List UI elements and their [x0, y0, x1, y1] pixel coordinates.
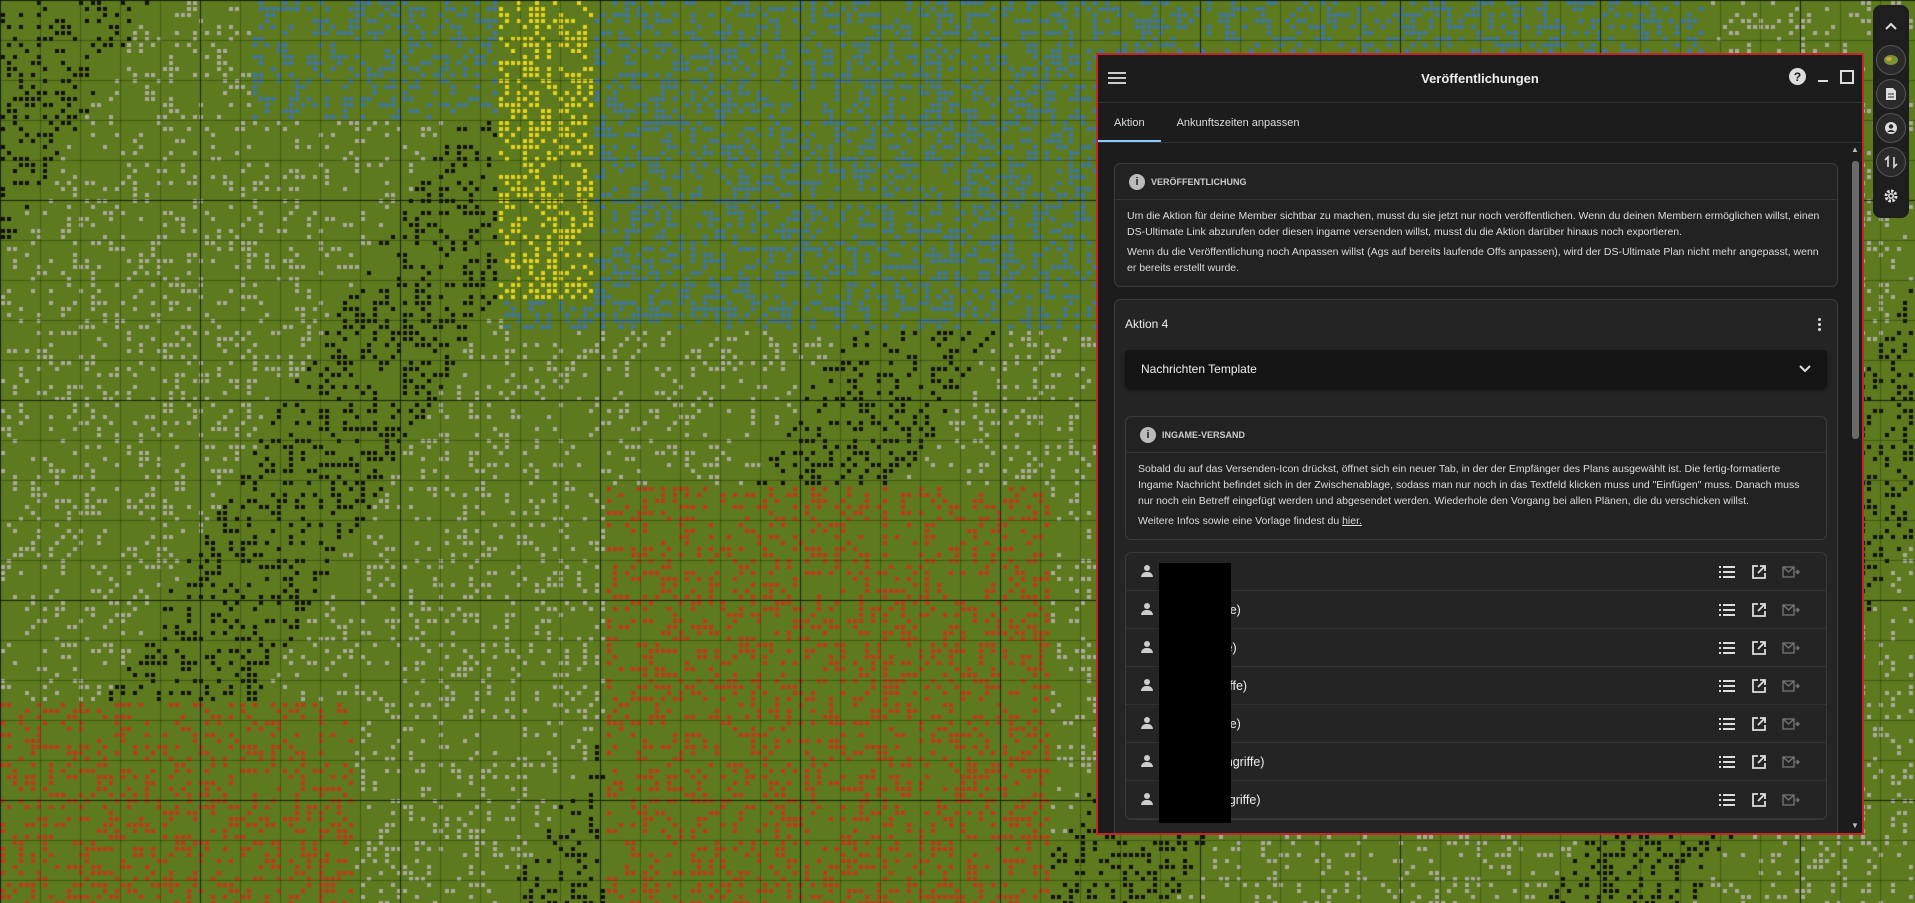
list-icon[interactable]	[1718, 602, 1736, 618]
member-row: i (225 Angriffe)	[1126, 667, 1826, 705]
tab-ankunftszeiten[interactable]: Ankunftszeiten anpassen	[1161, 103, 1316, 142]
list-icon[interactable]	[1718, 564, 1736, 580]
list-icon[interactable]	[1718, 792, 1736, 808]
person-icon	[1140, 716, 1154, 731]
ingame-info-box: i INGAME-VERSAND Sobald du auf das Verse…	[1125, 416, 1827, 540]
list-icon[interactable]	[1718, 678, 1736, 694]
send-mail-icon[interactable]	[1782, 792, 1800, 808]
send-mail-icon[interactable]	[1782, 564, 1800, 580]
member-row: (342 Angriffe)	[1126, 705, 1826, 743]
tab-aktion[interactable]: Aktion	[1098, 103, 1161, 142]
send-mail-icon[interactable]	[1782, 640, 1800, 656]
open-in-new-icon[interactable]	[1750, 564, 1768, 580]
open-in-new-icon[interactable]	[1750, 792, 1768, 808]
send-mail-icon[interactable]	[1782, 678, 1800, 694]
hamburger-menu-icon[interactable]	[1108, 68, 1126, 88]
member-row: iL (1777 Angriffe)	[1126, 781, 1826, 819]
collapse-chevron-icon[interactable]	[1876, 11, 1906, 41]
open-in-new-icon[interactable]	[1750, 754, 1768, 770]
dialog-title: Veröffentlichungen	[1421, 71, 1539, 86]
ingame-info-heading: INGAME-VERSAND	[1162, 429, 1246, 440]
list-icon[interactable]	[1718, 640, 1736, 656]
member-row: (581 Angriffe)	[1126, 591, 1826, 629]
action-title: Aktion 4	[1125, 317, 1169, 331]
publish-info-note: Wenn du die Veröffentlichung noch Anpass…	[1127, 246, 1819, 274]
scrollbar-thumb[interactable]	[1852, 161, 1859, 439]
help-icon[interactable]: ?	[1789, 68, 1806, 85]
person-icon	[1140, 602, 1154, 617]
dialog-scrollbar[interactable]: ▲ ▼	[1850, 145, 1860, 833]
more-vert-icon[interactable]	[1812, 317, 1827, 331]
publish-info-heading: VERÖFFENTLICHUNG	[1151, 176, 1247, 187]
document-icon[interactable]	[1876, 79, 1906, 109]
here-link[interactable]: hier.	[1342, 515, 1362, 527]
template-label: Nachrichten Template	[1141, 362, 1257, 376]
member-row: 7 Angriffe)	[1126, 553, 1826, 591]
open-in-new-icon[interactable]	[1750, 678, 1768, 694]
publish-info-text: Um die Aktion für deine Member sichtbar …	[1127, 210, 1820, 238]
ingame-info-text: Sobald du auf das Versenden-Icon drückst…	[1138, 463, 1800, 507]
send-mail-icon[interactable]	[1782, 716, 1800, 732]
account-icon[interactable]	[1876, 113, 1906, 143]
open-in-new-icon[interactable]	[1750, 716, 1768, 732]
list-icon[interactable]	[1718, 754, 1736, 770]
person-icon	[1140, 640, 1154, 655]
redaction-block	[1159, 563, 1231, 823]
list-icon[interactable]	[1718, 716, 1736, 732]
info-icon: i	[1129, 173, 1145, 190]
message-template-accordion[interactable]: Nachrichten Template	[1125, 350, 1827, 388]
settings-gear-icon[interactable]	[1876, 181, 1906, 211]
ingame-info-more: Weitere Infos sowie eine Vorlage findest…	[1138, 515, 1343, 527]
open-in-new-icon[interactable]	[1750, 602, 1768, 618]
swap-icon[interactable]	[1876, 147, 1906, 177]
send-mail-icon[interactable]	[1782, 602, 1800, 618]
scroll-down-icon[interactable]: ▼	[1850, 821, 1860, 833]
open-in-new-icon[interactable]	[1750, 640, 1768, 656]
send-mail-icon[interactable]	[1782, 754, 1800, 770]
info-icon: i	[1140, 426, 1156, 443]
minimize-button[interactable]	[1816, 70, 1830, 84]
person-icon	[1140, 564, 1154, 579]
person-icon	[1140, 792, 1154, 807]
member-row: 874 Angriffe)	[1126, 629, 1826, 667]
map-icon[interactable]	[1876, 45, 1906, 75]
member-row: ati (1415 Angriffe)	[1126, 743, 1826, 781]
person-icon	[1140, 678, 1154, 693]
chevron-down-icon	[1799, 365, 1811, 373]
publish-info-box: i VERÖFFENTLICHUNG Um die Aktion für dei…	[1114, 163, 1838, 287]
dialog-tabs: Aktion Ankunftszeiten anpassen	[1098, 103, 1862, 143]
right-toolbar	[1873, 5, 1909, 218]
person-icon	[1140, 754, 1154, 769]
dialog-titlebar: Veröffentlichungen ?	[1098, 55, 1862, 103]
maximize-button[interactable]	[1840, 69, 1854, 84]
scroll-up-icon[interactable]: ▲	[1850, 145, 1860, 157]
